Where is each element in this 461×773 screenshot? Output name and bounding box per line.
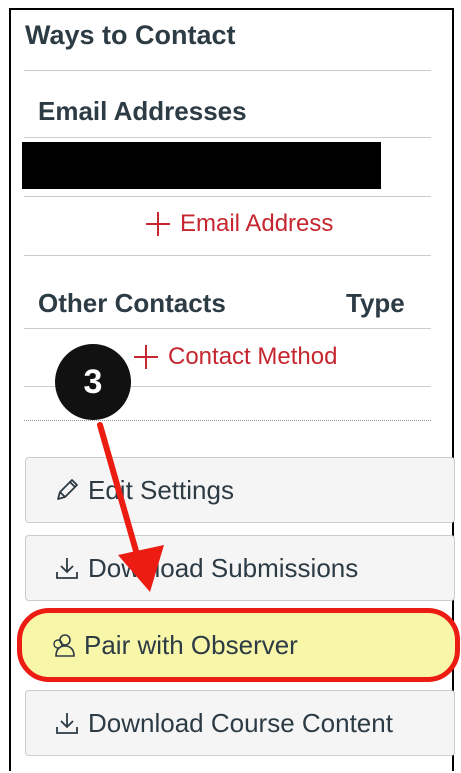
add-email-label: Email Address [180,210,334,237]
divider [24,137,431,138]
other-contacts-title: Other Contacts [38,288,226,318]
edit-settings-label: Edit Settings [88,474,234,505]
pencil-icon [52,475,82,505]
download-course-content-label: Download Course Content [88,707,393,738]
divider [24,255,431,256]
plus-icon [134,345,158,369]
divider [24,328,431,329]
user-pair-icon [48,630,78,660]
pair-with-observer-label: Pair with Observer [84,629,298,660]
pair-with-observer-button[interactable]: Pair with Observer [17,608,460,682]
email-section-title: Email Addresses [38,96,247,126]
divider [24,196,431,197]
plus-icon [146,212,170,236]
download-course-content-button[interactable]: Download Course Content [25,690,455,756]
redacted-email [22,142,381,189]
panel-title: Ways to Contact [25,20,236,50]
step-badge: 3 [55,344,131,420]
download-submissions-label: Download Submissions [88,552,359,583]
type-column-header: Type [346,288,405,318]
download-submissions-button[interactable]: Download Submissions [25,535,455,601]
add-contact-method-label: Contact Method [168,343,338,370]
edit-settings-button[interactable]: Edit Settings [25,457,455,523]
divider [24,70,431,71]
download-icon [52,708,82,738]
dotted-divider [24,420,431,421]
download-icon [52,553,82,583]
add-contact-method-link[interactable]: Contact Method [134,343,337,371]
add-email-link[interactable]: Email Address [146,210,333,238]
